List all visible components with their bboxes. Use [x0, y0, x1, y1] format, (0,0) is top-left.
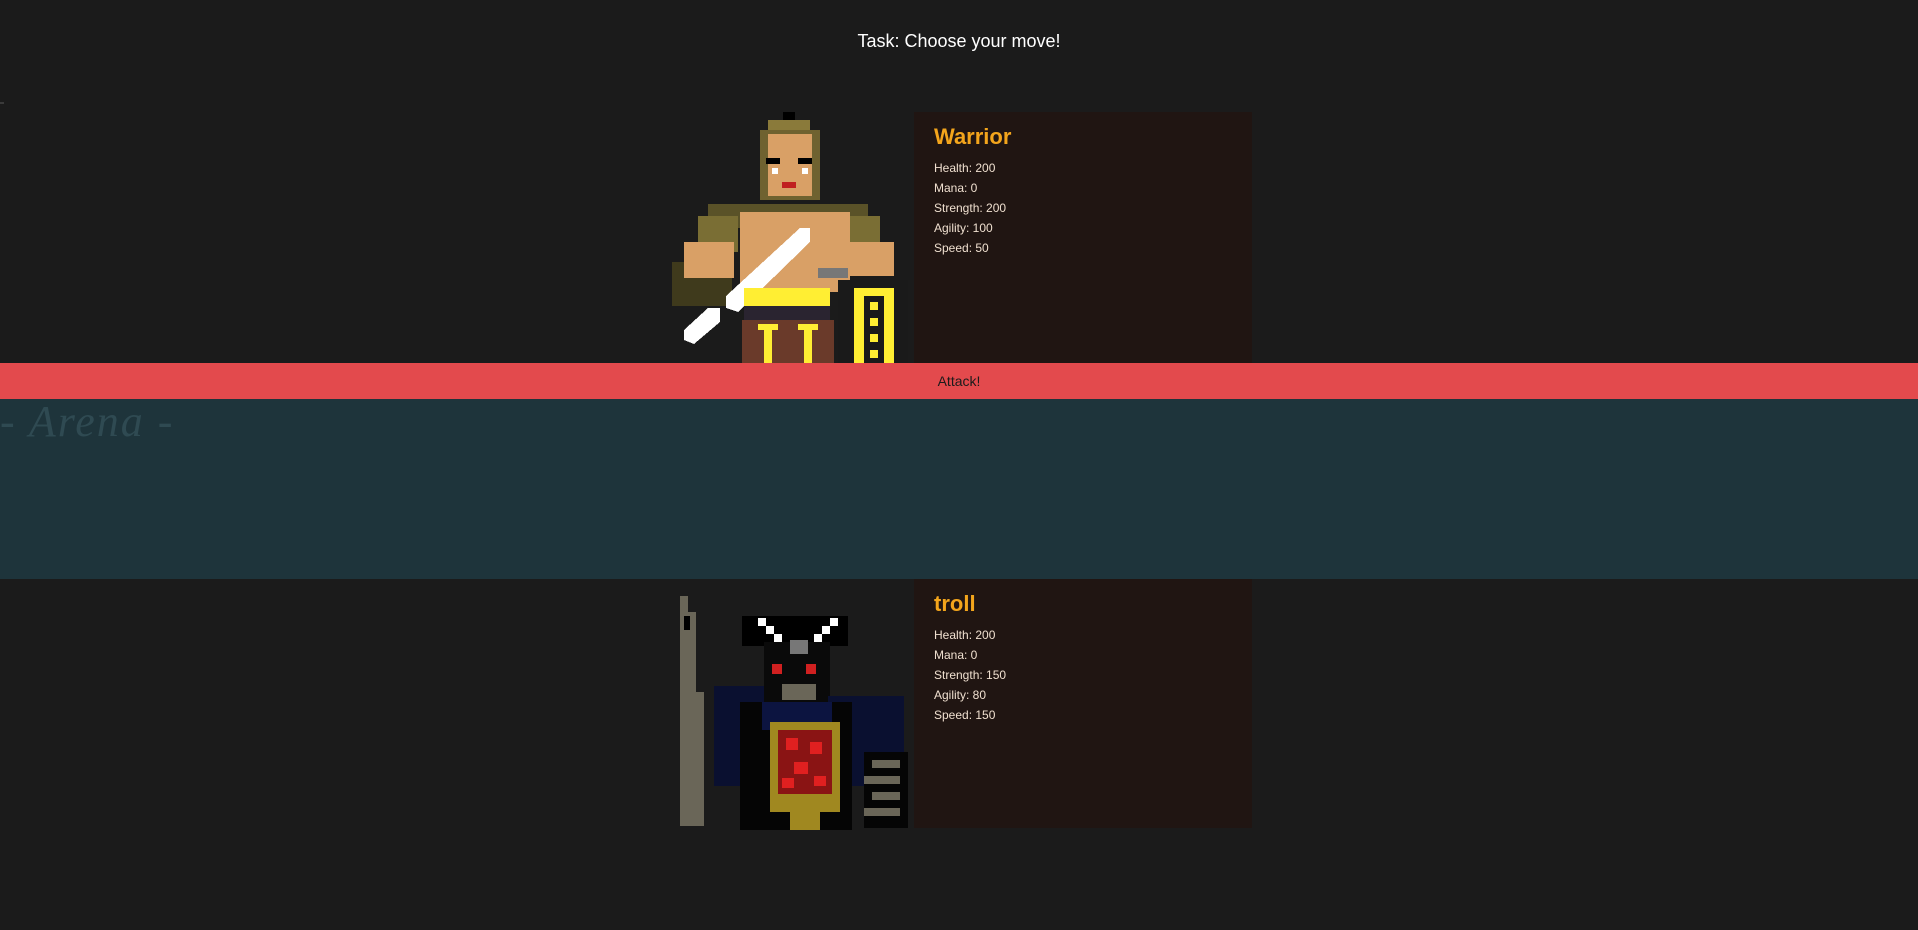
player-stats-list: Health: 200 Mana: 0 Strength: 200 Agilit…: [914, 150, 1252, 258]
player-stat-mana: Mana: 0: [934, 181, 978, 195]
player-stat-strength: Strength: 200: [934, 201, 1007, 215]
enemy-stat-mana: Mana: 0: [934, 648, 978, 662]
enemy-stat-agility: Agility: 80: [934, 688, 987, 702]
arena-area: [0, 399, 1918, 579]
warrior-sprite-icon: [668, 112, 908, 363]
enemy-stats-list: Health: 200 Mana: 0 Strength: 150 Agilit…: [914, 617, 1252, 725]
enemy-name: troll: [934, 591, 976, 616]
enemy-stat-speed: Speed: 150: [934, 708, 996, 722]
player-stat-speed: Speed: 50: [934, 241, 989, 255]
player-stat-agility: Agility: 100: [934, 221, 993, 235]
enemy-stat-health: Health: 200: [934, 628, 996, 642]
corner-mark: [0, 102, 4, 104]
player-stat-health: Health: 200: [934, 161, 996, 175]
task-prompt: Task: Choose your move!: [857, 31, 1061, 51]
attack-button[interactable]: Attack!: [0, 363, 1918, 399]
player-name: Warrior: [934, 124, 1012, 149]
arena-title: - Arena -: [0, 397, 175, 446]
enemy-stat-strength: Strength: 150: [934, 668, 1007, 682]
player-stats-panel: Warrior Health: 200 Mana: 0 Strength: 20…: [914, 112, 1252, 363]
enemy-stats-panel: troll Health: 200 Mana: 0 Strength: 150 …: [914, 579, 1252, 828]
troll-sprite-icon: [678, 592, 908, 830]
